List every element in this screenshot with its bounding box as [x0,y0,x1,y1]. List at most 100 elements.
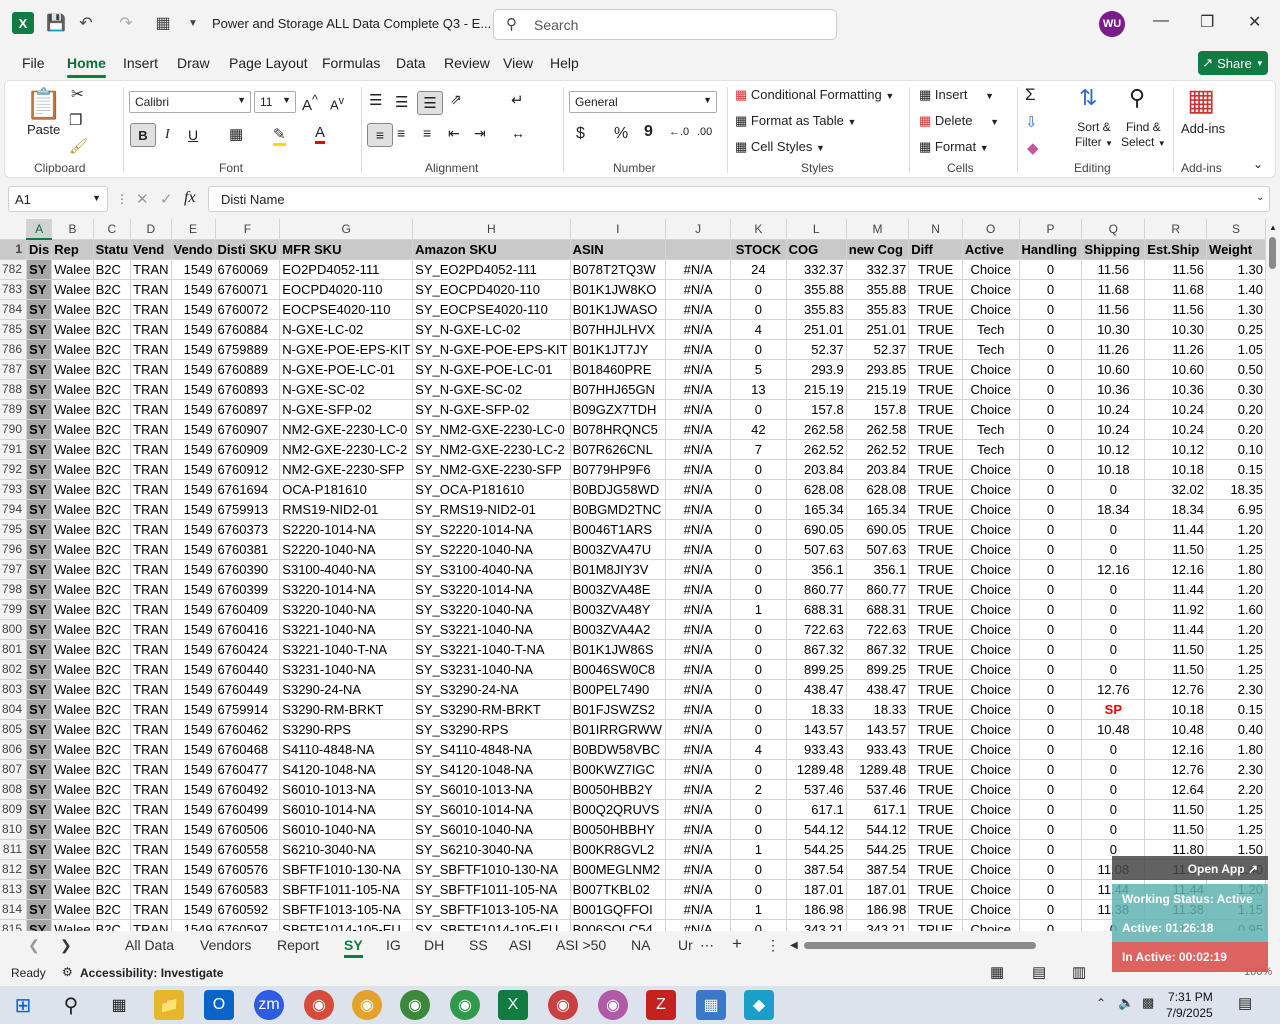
row-number[interactable]: 792 [0,459,28,480]
table-cell[interactable]: 617.1 [786,799,847,820]
table-cell[interactable]: B2C [93,619,132,640]
table-cell[interactable]: 6760893 [215,379,281,400]
table-cell[interactable]: Choice [962,839,1020,860]
table-cell[interactable]: 0 [1019,619,1083,640]
table-cell[interactable]: B0050HBBHY [570,819,667,840]
table-cell[interactable]: SY_NM2-GXE-2230-LC-2 [412,439,571,460]
table-cell[interactable]: SY [26,359,53,380]
table-cell[interactable]: TRAN [130,479,172,500]
table-cell[interactable]: 0 [1019,539,1083,560]
table-cell[interactable]: Walee [51,599,94,620]
table-cell[interactable]: TRAN [130,299,172,320]
table-cell[interactable]: 6760907 [215,419,281,440]
table-cell[interactable]: B2C [93,399,132,420]
table-cell[interactable]: 1549 [171,359,216,380]
tab-formulas[interactable]: Formulas [322,55,380,71]
table-cell[interactable]: SY [26,579,53,600]
table-cell[interactable]: Choice [962,879,1020,900]
row-number[interactable]: 782 [0,259,28,280]
table-cell[interactable]: TRUE [908,519,963,540]
paste-icon[interactable]: 📋 [25,87,62,122]
row-number[interactable]: 808 [0,779,28,800]
table-cell[interactable]: 343.21 [846,919,910,931]
table-cell[interactable]: 10.36 [1081,379,1146,400]
table-cell[interactable]: TRAN [130,779,172,800]
font-color-icon[interactable]: A [315,124,326,144]
table-cell[interactable]: B00KWZ7IGC [570,759,667,780]
table-cell[interactable]: B2C [93,899,132,920]
table-cell[interactable]: B2C [93,839,132,860]
table-cell[interactable]: 165.34 [846,499,910,520]
table-cell[interactable]: B2C [93,679,132,700]
page-break-view-icon[interactable]: ▥ [1072,963,1086,981]
table-cell[interactable]: 0 [1019,759,1083,780]
table-cell[interactable]: 1.80 [1206,739,1266,760]
table-cell[interactable]: 0 [730,859,787,880]
header-cell[interactable]: Vend [130,239,172,260]
table-cell[interactable]: 507.63 [786,539,847,560]
align-bottom-icon[interactable]: ☰ [417,91,443,115]
table-cell[interactable]: B003ZVA4A2 [570,619,667,640]
table-cell[interactable]: TRUE [908,439,963,460]
table-cell[interactable]: 1549 [171,719,216,740]
table-cell[interactable]: SY_S6210-3040-NA [412,839,571,860]
table-cell[interactable]: 0 [1081,659,1146,680]
name-box[interactable]: A1 ▼ [8,186,108,212]
table-cell[interactable]: 343.21 [786,919,847,931]
table-cell[interactable]: 0 [730,799,787,820]
table-cell[interactable]: 262.58 [786,419,847,440]
table-cell[interactable]: SY_EOCPSE4020-110 [412,299,571,320]
table-cell[interactable]: 544.25 [786,839,847,860]
table-cell[interactable]: 0 [730,819,787,840]
table-cell[interactable]: 860.77 [846,579,910,600]
table-cell[interactable]: 356.1 [846,559,910,580]
table-cell[interactable]: 1.20 [1206,579,1266,600]
table-cell[interactable]: Walee [51,419,94,440]
table-cell[interactable]: B2C [93,479,132,500]
table-cell[interactable]: 1549 [171,639,216,660]
table-cell[interactable]: TRUE [908,819,963,840]
table-cell[interactable]: B2C [93,779,132,800]
table-cell[interactable]: Choice [962,619,1020,640]
row-number[interactable]: 806 [0,739,28,760]
table-cell[interactable]: 0 [730,279,787,300]
row-number[interactable]: 790 [0,419,28,440]
table-cell[interactable]: Walee [51,779,94,800]
row-number[interactable]: 784 [0,299,28,320]
tab-help[interactable]: Help [550,55,579,71]
conditional-formatting-button[interactable]: ▦ Conditional Formatting ▼ [735,87,894,103]
table-cell[interactable]: 722.63 [786,619,847,640]
table-cell[interactable]: TRAN [130,539,172,560]
table-cell[interactable]: #N/A [665,879,732,900]
table-cell[interactable]: B003ZVA48E [570,579,667,600]
table-cell[interactable]: 10.24 [1144,419,1208,440]
table-cell[interactable]: SY_S3290-RM-BRKT [412,699,571,720]
table-cell[interactable]: 0 [1019,379,1083,400]
table-cell[interactable]: 0 [730,699,787,720]
add-sheet-icon[interactable]: + [732,934,742,954]
table-cell[interactable]: 867.32 [846,639,910,660]
row-number[interactable]: 786 [0,339,28,360]
table-cell[interactable]: Walee [51,839,94,860]
table-cell[interactable]: SY_S2220-1040-NA [412,539,571,560]
table-cell[interactable]: EO2PD4052-111 [279,259,414,280]
table-cell[interactable]: SY [26,859,53,880]
prev-sheet-icon[interactable]: ❮ [28,937,40,954]
row-number[interactable]: 802 [0,659,28,680]
table-cell[interactable]: B2C [93,499,132,520]
merge-center-icon[interactable]: ↔ [511,125,525,141]
table-cell[interactable]: B006SQLC54 [570,919,667,931]
table-cell[interactable]: B07HHJLHVX [570,319,667,340]
table-cell[interactable]: SY [26,519,53,540]
table-cell[interactable]: 12.64 [1144,779,1208,800]
table-cell[interactable]: 1549 [171,279,216,300]
table-cell[interactable]: 2.30 [1206,679,1266,700]
table-cell[interactable]: SY [26,839,53,860]
sheet-table[interactable]: A B C D E F G H I J K L M N O P Q R S 1 Dis Rep Statu Vend Vendo… [0,219,1266,931]
table-cell[interactable]: 507.63 [846,539,910,560]
table-cell[interactable]: 722.63 [846,619,910,640]
table-cell[interactable]: OCA-P181610 [279,479,414,500]
table-cell[interactable]: #N/A [665,659,732,680]
tab-review[interactable]: Review [444,55,490,71]
tab-page-layout[interactable]: Page Layout [229,55,308,71]
